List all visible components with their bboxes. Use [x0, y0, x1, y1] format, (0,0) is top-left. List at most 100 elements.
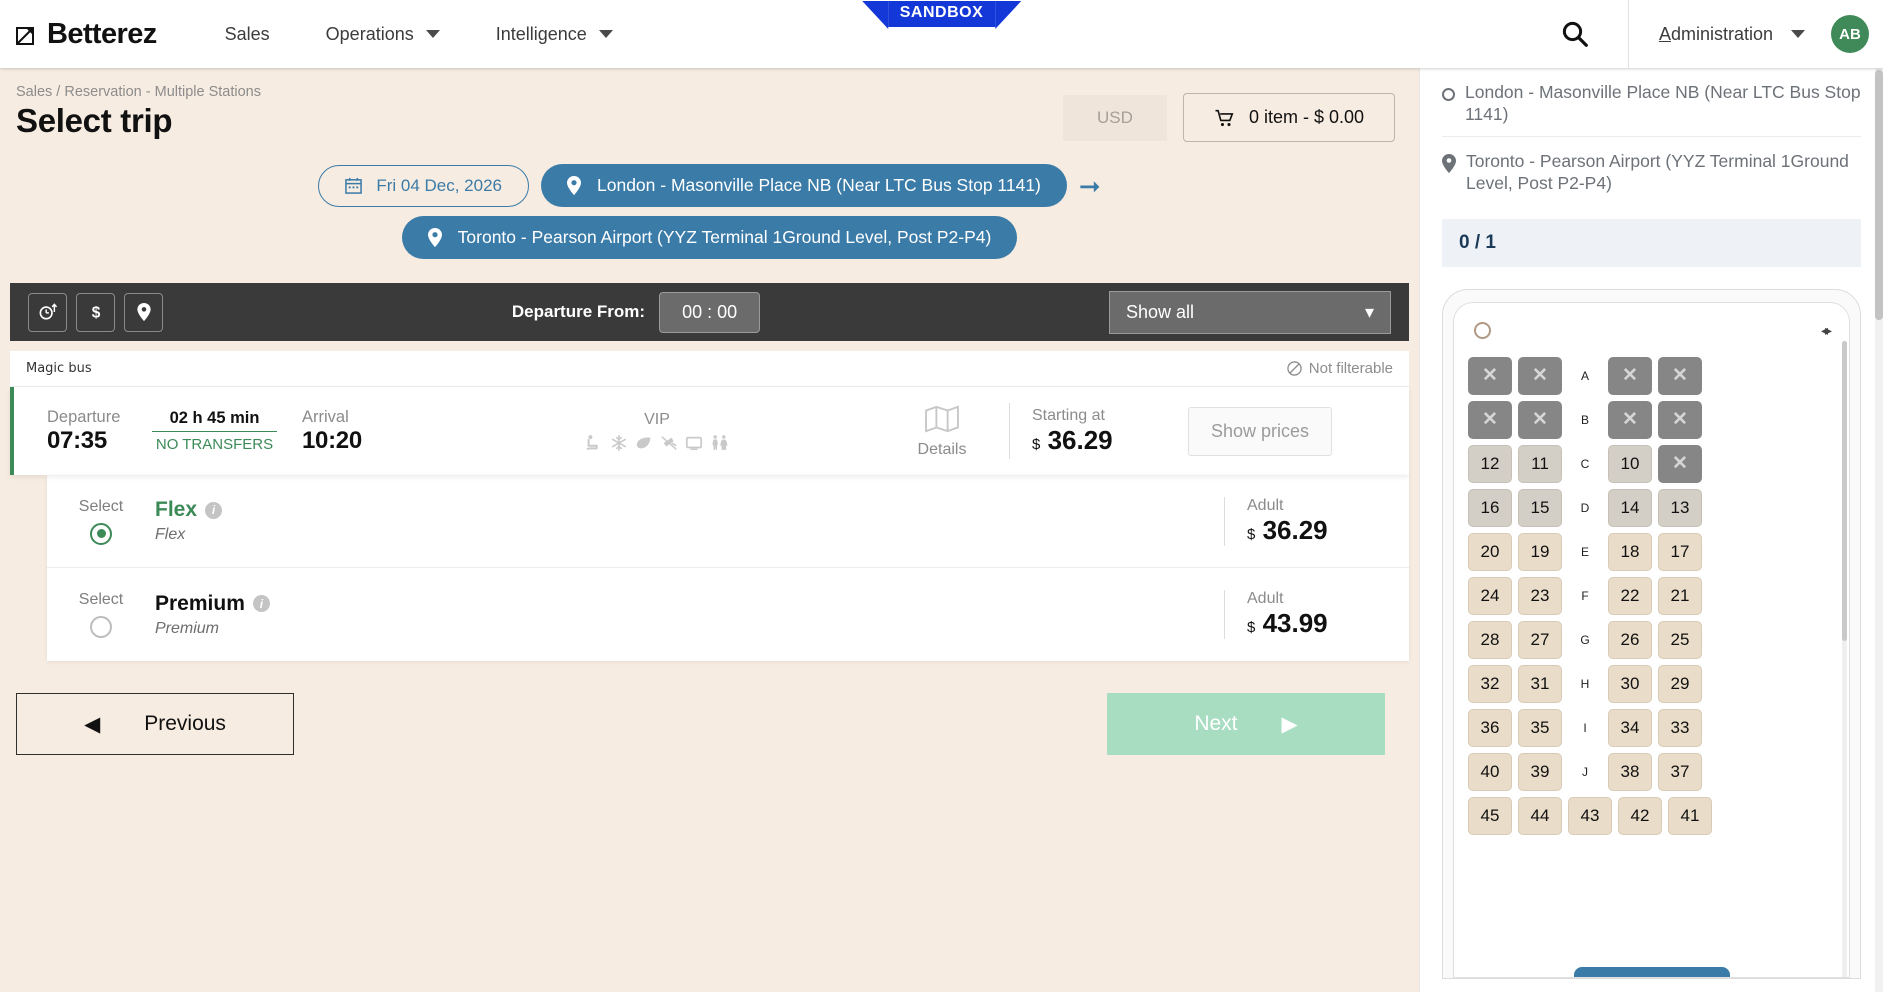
previous-button[interactable]: ◀ Previous [16, 693, 294, 755]
seat-38[interactable]: 38 [1608, 752, 1652, 791]
seat-row: 45 44 43 42 41 [1468, 796, 1835, 835]
seat-blocked: ✕ [1608, 400, 1652, 439]
seat-blocked: ✕ [1518, 400, 1562, 439]
seat-blocked: ✕ [1608, 356, 1652, 395]
seat-36[interactable]: 36 [1468, 708, 1512, 747]
nav-item-sales[interactable]: Sales [197, 0, 298, 68]
seat-29[interactable]: 29 [1658, 664, 1702, 703]
seat-13[interactable]: 13 [1658, 488, 1702, 527]
seat-40[interactable]: 40 [1468, 752, 1512, 791]
sandbox-banner: SANDBOX [861, 0, 1021, 29]
seat-33[interactable]: 33 [1658, 708, 1702, 747]
not-filterable-badge: Not filterable [1287, 360, 1393, 377]
details-button[interactable]: Details [897, 404, 987, 459]
departure-block: Departure 07:35 [47, 408, 152, 455]
departure-from-label: Departure From: [511, 302, 646, 321]
panel-origin-label: London - Masonville Place NB (Near LTC B… [1465, 82, 1861, 124]
map-pin-icon [567, 176, 581, 195]
seat-22[interactable]: 22 [1608, 576, 1652, 615]
amenities-block: VIP [562, 411, 752, 452]
seat-19[interactable]: 19 [1518, 532, 1562, 571]
arrow-right-icon[interactable]: ➞ [1079, 173, 1101, 199]
currency-symbol: $ [1247, 525, 1256, 543]
seat-41[interactable]: 41 [1668, 796, 1712, 835]
search-button[interactable] [1522, 19, 1628, 49]
nav-item-operations[interactable]: Operations [298, 0, 468, 68]
arrival-label: Arrival [302, 407, 349, 426]
fare-radio-premium[interactable] [90, 616, 112, 638]
seat-27[interactable]: 27 [1518, 620, 1562, 659]
seat-26[interactable]: 26 [1608, 620, 1652, 659]
seat-10[interactable]: 10 [1608, 444, 1652, 483]
seat-30[interactable]: 30 [1608, 664, 1652, 703]
seat-43[interactable]: 43 [1568, 796, 1612, 835]
seat-39[interactable]: 39 [1518, 752, 1562, 791]
seat-14[interactable]: 14 [1608, 488, 1652, 527]
currency-symbol: $ [1247, 619, 1256, 636]
departure-time-input[interactable]: 00 : 00 [659, 291, 761, 333]
seat-blocked: ✕ [1658, 400, 1702, 439]
show-prices-button[interactable]: Show prices [1188, 406, 1333, 456]
seat-16[interactable]: 16 [1468, 488, 1512, 527]
seat-blocked: ✕ [1658, 356, 1702, 395]
panel-origin: London - Masonville Place NB (Near LTC B… [1420, 68, 1883, 136]
seat-34[interactable]: 34 [1608, 708, 1652, 747]
page-scrollbar-thumb[interactable] [1875, 70, 1883, 320]
seat-35[interactable]: 35 [1518, 708, 1562, 747]
amenity-icons [562, 434, 752, 452]
seat-28[interactable]: 28 [1468, 620, 1512, 659]
fare-info-cell: Premium i Premium [155, 592, 1224, 638]
fare-info-cell: Flex i Flex [155, 498, 1224, 544]
sort-by-station-button[interactable] [124, 292, 163, 332]
seat-15[interactable]: 15 [1518, 488, 1562, 527]
destination-pill[interactable]: Toronto - Pearson Airport (YYZ Terminal … [401, 216, 1018, 259]
fare-radio-flex[interactable] [90, 522, 112, 545]
seat-21[interactable]: 21 [1658, 576, 1702, 615]
date-pill-label: Fri 04 Dec, 2026 [376, 175, 502, 195]
seat-31[interactable]: 31 [1518, 664, 1562, 703]
nav-item-label: Sales [224, 23, 270, 44]
fare-row-premium[interactable]: Select Premium i Premium Adult $ 43.99 [47, 568, 1409, 661]
fare-row-flex[interactable]: Select Flex i Flex Adult $ 36.29 [47, 475, 1409, 568]
departure-filter: Departure From: 00 : 00 [511, 291, 761, 333]
seat-counter: 0 / 1 [1442, 218, 1861, 267]
info-icon[interactable]: i [252, 595, 270, 612]
chevron-down-icon [1791, 30, 1805, 38]
seat-23[interactable]: 23 [1518, 576, 1562, 615]
seat-45[interactable]: 45 [1468, 796, 1512, 835]
bus-front-row: ◂▸ [1468, 313, 1835, 349]
trip-row[interactable]: Departure 07:35 02 h 45 min NO TRANSFERS… [10, 387, 1409, 475]
show-all-select[interactable]: Show all ▾ [1108, 290, 1391, 334]
nav-item-intelligence[interactable]: Intelligence [468, 0, 641, 68]
seat-11[interactable]: 11 [1518, 444, 1562, 483]
next-button[interactable]: Next ▶ [1107, 693, 1385, 755]
nav-menu: Sales Operations Intelligence [197, 0, 641, 68]
chevron-down-icon [598, 30, 613, 38]
seat-row: 16 15 D 14 13 [1468, 488, 1835, 527]
seat-24[interactable]: 24 [1468, 576, 1512, 615]
nav-item-label: Intelligence [495, 23, 587, 44]
avatar[interactable]: AB [1831, 15, 1869, 53]
administration-menu[interactable]: Administration [1629, 24, 1831, 45]
seat-37[interactable]: 37 [1658, 752, 1702, 791]
cart-button[interactable]: 0 item - $ 0.00 [1182, 93, 1395, 142]
seatmap-scrollbar-thumb[interactable] [1842, 340, 1847, 641]
date-pill[interactable]: Fri 04 Dec, 2026 [318, 164, 529, 207]
seat-32[interactable]: 32 [1468, 664, 1512, 703]
seat-20[interactable]: 20 [1468, 532, 1512, 571]
brand-logo-link[interactable]: Betterez [14, 18, 157, 51]
seat-42[interactable]: 42 [1618, 796, 1662, 835]
sort-by-price-button[interactable]: $ [76, 292, 115, 332]
seat-17[interactable]: 17 [1658, 532, 1702, 571]
seat-18[interactable]: 18 [1608, 532, 1652, 571]
starting-at-label: Starting at [1032, 406, 1105, 424]
previous-label: Previous [144, 712, 226, 735]
sort-by-time-button[interactable] [28, 292, 67, 332]
origin-pill[interactable]: London - Masonville Place NB (Near LTC B… [541, 164, 1067, 207]
info-icon[interactable]: i [205, 501, 223, 519]
seat-25[interactable]: 25 [1658, 620, 1702, 659]
seat-44[interactable]: 44 [1518, 796, 1562, 835]
seat-12[interactable]: 12 [1468, 444, 1512, 483]
clock-sort-icon [39, 303, 57, 320]
fare-price: 43.99 [1262, 608, 1328, 638]
